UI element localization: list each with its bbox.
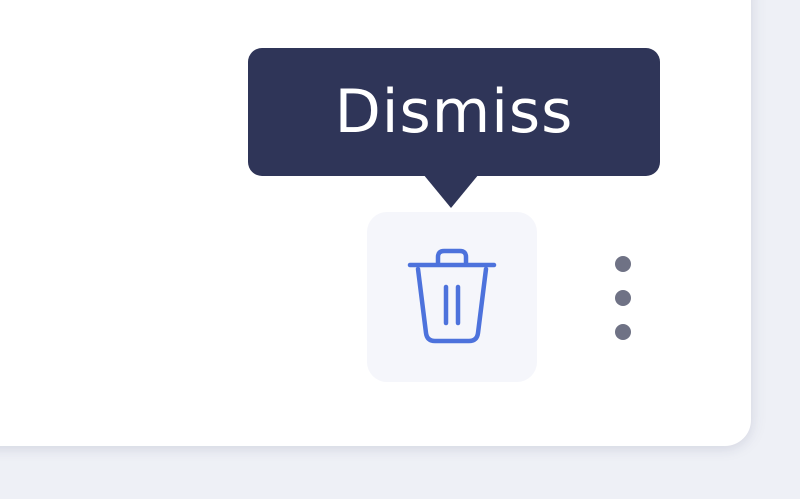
tooltip-text: Dismiss — [334, 77, 574, 147]
more-vertical-icon — [615, 256, 631, 272]
trash-icon — [404, 245, 500, 349]
dismiss-button[interactable] — [367, 212, 537, 382]
dismiss-tooltip: Dismiss — [248, 48, 660, 176]
tooltip-arrow — [423, 174, 479, 208]
more-vertical-icon-dot — [615, 290, 631, 306]
more-options-button[interactable] — [600, 246, 646, 350]
more-vertical-icon-dot — [615, 324, 631, 340]
